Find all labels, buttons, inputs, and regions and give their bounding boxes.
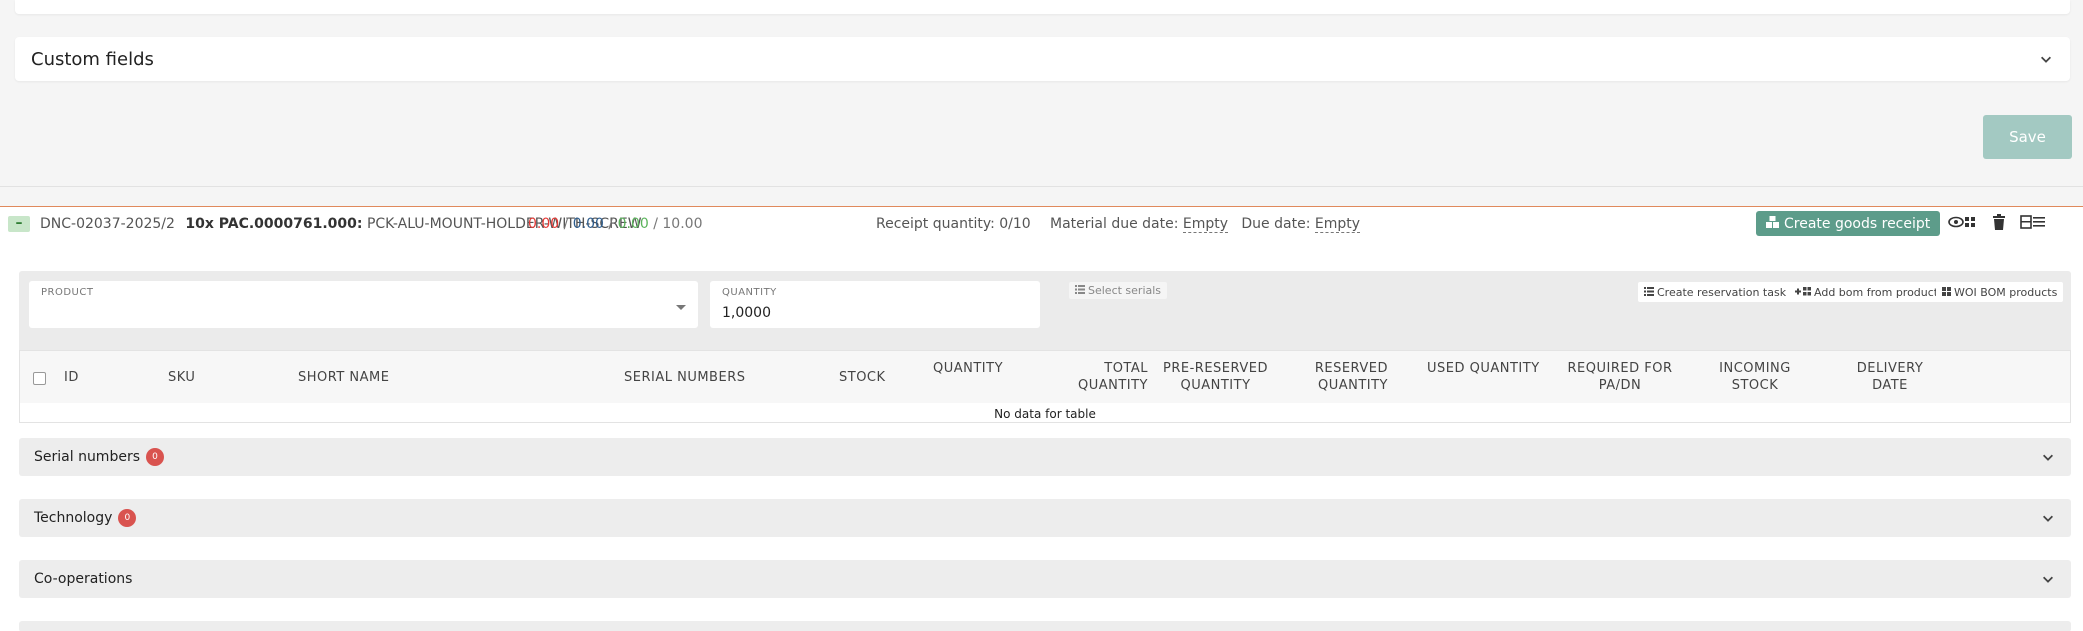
chevron-down-icon[interactable] xyxy=(2040,571,2056,587)
next-accordion[interactable] xyxy=(19,621,2071,631)
chevron-down-icon[interactable] xyxy=(2040,449,2056,465)
chevron-down-icon[interactable] xyxy=(2040,510,2056,526)
select-serials-button[interactable]: Select serials xyxy=(1069,282,1168,299)
amount-blue: 0.00 xyxy=(572,216,604,232)
co-operations-title: Co-operations xyxy=(34,571,133,587)
add-bom-label: Add bom from product xyxy=(1814,285,1939,299)
header-actions xyxy=(1948,214,2046,230)
add-bom-from-product-button[interactable]: Add bom from product xyxy=(1789,282,1945,302)
amount-separator: / xyxy=(653,216,658,232)
col-reserved-line2: QUANTITY xyxy=(1317,378,1388,393)
col-required-line2: PA/DN xyxy=(1598,378,1642,393)
col-stock[interactable]: STOCK xyxy=(839,369,886,386)
col-incoming-line1: INCOMING xyxy=(1719,361,1791,376)
order-item-section: – DNC-02037-2025/2 10x PAC.0000761.000: P… xyxy=(0,206,2083,631)
col-quantity[interactable]: QUANTITY xyxy=(933,360,1003,377)
col-required-for[interactable]: REQUIRED FOR PA/DN xyxy=(1560,360,1680,394)
col-pre-reserved-quantity[interactable]: PRE-RESERVED QUANTITY xyxy=(1158,360,1273,394)
col-incoming-stock[interactable]: INCOMING STOCK xyxy=(1710,360,1800,394)
bom-panel: PRODUCT QUANTITY 1,0000 Select serials C… xyxy=(19,271,2071,423)
amount-green: 0.00 xyxy=(617,216,649,232)
custom-fields-section[interactable]: Custom fields xyxy=(15,37,2070,81)
receipt-quantity: Receipt quantity: 0/10 xyxy=(876,216,1031,232)
table-empty-message: No data for table xyxy=(994,407,1096,421)
quantity-field[interactable]: QUANTITY 1,0000 xyxy=(710,281,1040,328)
custom-fields-title: Custom fields xyxy=(31,48,154,70)
col-serial-numbers[interactable]: SERIAL NUMBERS xyxy=(624,369,745,386)
select-serials-label: Select serials xyxy=(1088,284,1162,297)
product-select[interactable]: PRODUCT xyxy=(29,281,698,328)
col-total-quantity-line1: TOTAL xyxy=(1104,361,1148,376)
create-reservation-task-label: Create reservation task xyxy=(1657,285,1787,299)
woi-bom-products-button[interactable]: WOI BOM products xyxy=(1936,282,2064,302)
product-label: PRODUCT xyxy=(41,287,94,298)
col-required-line1: REQUIRED FOR xyxy=(1567,361,1673,376)
section-divider xyxy=(0,186,2083,187)
cubes-icon xyxy=(1766,215,1779,232)
col-id[interactable]: ID xyxy=(64,369,79,386)
create-goods-receipt-button[interactable]: Create goods receipt xyxy=(1756,211,1941,236)
due-date-value[interactable]: Empty xyxy=(1314,216,1361,233)
save-button[interactable]: Save xyxy=(1983,115,2072,159)
layout-list-icon[interactable] xyxy=(2020,214,2046,230)
amount-total: 10.00 xyxy=(662,216,703,232)
chevron-down-icon[interactable] xyxy=(2038,51,2054,67)
quantity-label: QUANTITY xyxy=(722,287,777,298)
col-delivery-date[interactable]: DELIVERY DATE xyxy=(1840,360,1940,394)
table-header: ID SKU SHORT NAME SERIAL NUMBERS STOCK Q… xyxy=(20,351,2070,403)
col-delivery-line1: DELIVERY xyxy=(1856,361,1924,376)
bom-table: ID SKU SHORT NAME SERIAL NUMBERS STOCK Q… xyxy=(19,350,2071,423)
list-icon xyxy=(1075,284,1085,297)
col-reserved-quantity[interactable]: RESERVED QUANTITY xyxy=(1288,360,1388,394)
due-date-label: Due date: xyxy=(1241,216,1311,232)
material-due-value[interactable]: Empty xyxy=(1182,216,1229,233)
material-due-label: Material due date: xyxy=(1050,216,1179,232)
serial-numbers-title: Serial numbers xyxy=(34,449,140,465)
add-grid-icon xyxy=(1795,286,1811,299)
trash-icon[interactable] xyxy=(1992,214,2006,230)
co-operations-accordion[interactable]: Co-operations xyxy=(19,560,2071,598)
col-pre-reserved-line1: PRE-RESERVED xyxy=(1163,361,1268,376)
eye-grid-icon[interactable] xyxy=(1948,214,1978,230)
serial-numbers-accordion[interactable]: Serial numbers 0 xyxy=(19,438,2071,476)
technology-accordion[interactable]: Technology 0 xyxy=(19,499,2071,537)
order-amounts: 0.00 / 0.00 / 0.00 / 10.00 xyxy=(528,213,702,235)
col-used-quantity[interactable]: USED QUANTITY xyxy=(1427,360,1540,377)
due-dates: Material due date: Empty Due date: Empty xyxy=(1050,213,1361,235)
order-number: DNC-02037-2025/2 xyxy=(40,216,175,232)
serial-numbers-badge: 0 xyxy=(146,448,164,466)
create-goods-receipt-label: Create goods receipt xyxy=(1784,215,1931,232)
col-short-name[interactable]: SHORT NAME xyxy=(298,369,389,386)
col-delivery-line2: DATE xyxy=(1872,378,1908,393)
list-icon xyxy=(1644,286,1654,299)
caret-down-icon xyxy=(676,305,686,310)
grid-icon xyxy=(1942,286,1951,299)
order-quantity-code: 10x PAC.0000761.000: xyxy=(185,216,363,232)
woi-bom-label: WOI BOM products xyxy=(1954,285,2058,299)
technology-badge: 0 xyxy=(118,509,137,527)
create-reservation-task-button[interactable]: Create reservation task xyxy=(1638,282,1793,302)
technology-title: Technology xyxy=(34,510,113,526)
col-sku[interactable]: SKU xyxy=(168,369,195,386)
amount-separator: / xyxy=(608,216,614,232)
amount-red: 0.00 xyxy=(528,216,560,232)
col-total-quantity-line2: QUANTITY xyxy=(1077,378,1148,393)
col-pre-reserved-line2: QUANTITY xyxy=(1180,378,1251,393)
col-incoming-line2: STOCK xyxy=(1731,378,1779,393)
amount-separator: / xyxy=(563,216,569,232)
quantity-value: 1,0000 xyxy=(722,305,771,321)
select-all-checkbox[interactable] xyxy=(33,372,46,385)
top-card xyxy=(15,0,2070,14)
col-reserved-line1: RESERVED xyxy=(1314,361,1388,376)
collapse-toggle-button[interactable]: – xyxy=(8,216,30,232)
col-total-quantity[interactable]: TOTAL QUANTITY xyxy=(1048,360,1148,394)
